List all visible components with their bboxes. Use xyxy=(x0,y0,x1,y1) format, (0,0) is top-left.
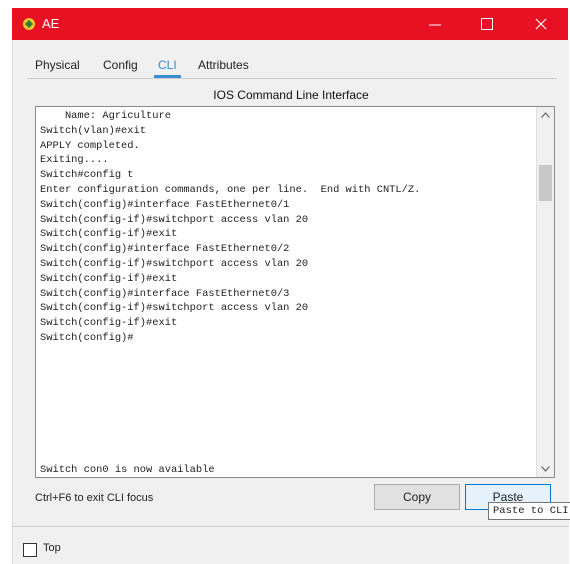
footer-divider xyxy=(13,526,569,527)
close-button[interactable] xyxy=(518,8,564,40)
title-bar: AE xyxy=(12,8,568,40)
minimize-button[interactable] xyxy=(412,8,458,40)
cli-scrollbar[interactable] xyxy=(536,107,554,477)
tab-cli[interactable]: CLI xyxy=(154,54,181,78)
scroll-down-icon[interactable] xyxy=(541,466,550,472)
maximize-icon xyxy=(481,18,493,30)
app-icon xyxy=(23,18,35,30)
cli-focus-hint: Ctrl+F6 to exit CLI focus xyxy=(35,492,154,504)
window-title: AE xyxy=(42,16,60,31)
tab-divider xyxy=(27,78,557,79)
tab-physical[interactable]: Physical xyxy=(35,54,80,76)
paste-tooltip: Paste to CLI xyxy=(488,502,570,520)
copy-button[interactable]: Copy xyxy=(374,484,460,510)
close-icon xyxy=(535,18,547,30)
tab-attributes[interactable]: Attributes xyxy=(198,54,249,76)
cli-console[interactable]: Name: Agriculture Switch(vlan)#exit APPL… xyxy=(35,106,555,478)
cli-output[interactable]: Name: Agriculture Switch(vlan)#exit APPL… xyxy=(40,109,530,346)
cli-window: Physical Config CLI Attributes IOS Comma… xyxy=(12,40,570,564)
maximize-button[interactable] xyxy=(464,8,510,40)
top-checkbox-label: Top xyxy=(43,542,61,554)
scroll-up-icon[interactable] xyxy=(541,112,550,118)
cli-status-line: Switch con0 is now available xyxy=(40,464,215,476)
tab-config[interactable]: Config xyxy=(103,54,138,76)
scrollbar-thumb[interactable] xyxy=(539,165,552,201)
panel-title: IOS Command Line Interface xyxy=(213,88,369,102)
top-checkbox[interactable] xyxy=(23,543,37,557)
minimize-icon xyxy=(429,24,441,26)
